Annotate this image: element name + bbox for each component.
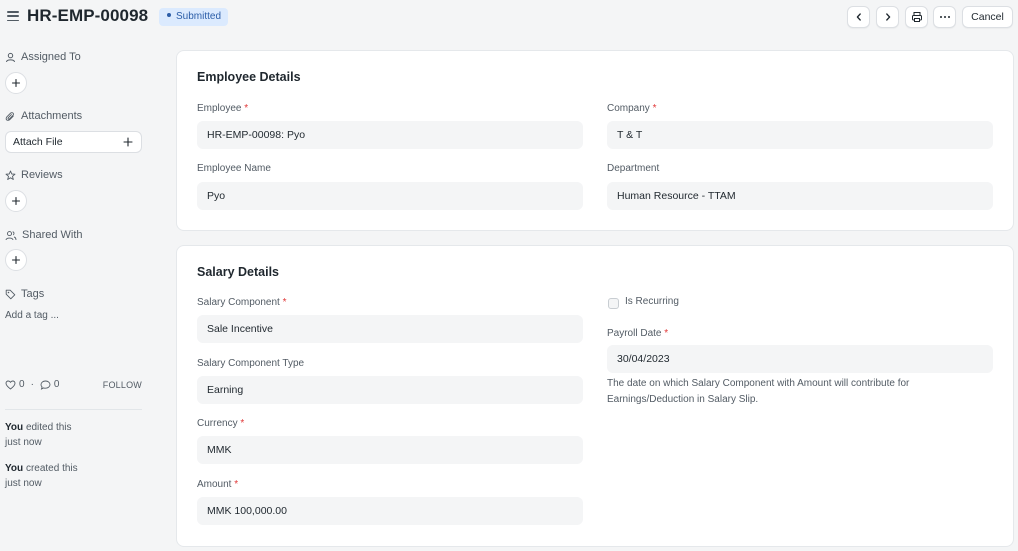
activity-user: You (5, 463, 24, 474)
ellipsis-icon (939, 16, 950, 18)
activity-action: created this (25, 463, 78, 474)
comment-count: 0 (53, 379, 60, 390)
print-button[interactable] (905, 6, 928, 28)
employee-details-card: Employee Details Employee * HR-EMP-00098… (176, 50, 1014, 231)
plus-icon (123, 137, 133, 147)
users-icon (5, 230, 17, 240)
is-recurring-label: Is Recurring (625, 296, 679, 307)
department-label: Department (607, 163, 660, 174)
activity-user: You (5, 422, 24, 433)
tags-section: Tags (5, 288, 44, 300)
paperclip-icon (5, 111, 14, 121)
user-icon (6, 52, 15, 62)
is-recurring-checkbox[interactable] (608, 298, 619, 309)
plus-icon (11, 196, 21, 206)
activity-action: edited this (25, 422, 72, 433)
payroll-date-label: Payroll Date * (607, 328, 669, 339)
tags-label: Tags (21, 288, 45, 300)
add-review-button[interactable] (5, 190, 27, 212)
salary-component-type-label: Salary Component Type (197, 358, 305, 369)
like-count: 0 (19, 379, 25, 390)
tag-icon (5, 289, 16, 299)
shared-with-section: Shared With (5, 229, 83, 241)
sidebar-divider (5, 409, 142, 410)
company-label: Company * (607, 103, 657, 114)
add-assignee-button[interactable] (5, 72, 27, 94)
status-badge: Submitted (159, 8, 229, 26)
star-icon (5, 170, 16, 180)
employee-field[interactable]: HR-EMP-00098: Pyo (197, 121, 583, 149)
company-field[interactable]: T & T (607, 121, 993, 149)
chevron-right-icon (885, 13, 890, 21)
sidebar-toggle-icon[interactable] (7, 11, 19, 22)
assigned-to-label: Assigned To (21, 51, 81, 63)
currency-field[interactable]: MMK (197, 436, 583, 464)
department-field[interactable]: Human Resource - TTAM (607, 182, 993, 210)
employee-name-label: Employee Name (197, 163, 271, 174)
salary-component-field[interactable]: Sale Incentive (197, 315, 583, 343)
status-dot-icon (167, 13, 171, 18)
follow-button[interactable]: FOLLOW (103, 380, 142, 390)
salary-component-label: Salary Component * (197, 297, 287, 308)
salary-component-type-field[interactable]: Earning (197, 376, 583, 404)
salary-details-card: Salary Details Salary Component * Sale I… (176, 245, 1014, 547)
separator-dot: · (30, 379, 34, 390)
attachments-label: Attachments (21, 110, 83, 122)
engagement-stats: 0 · 0 FOLLOW (5, 379, 142, 390)
heart-icon[interactable] (5, 380, 16, 390)
employee-name-field[interactable]: Pyo (197, 182, 583, 210)
status-text: Submitted (176, 11, 222, 22)
payroll-date-field[interactable]: 30/04/2023 (607, 345, 993, 373)
currency-label: Currency * (197, 418, 245, 429)
employee-label: Employee * (197, 103, 249, 114)
reviews-label: Reviews (21, 169, 63, 181)
reviews-section: Reviews (5, 169, 63, 181)
plus-icon (11, 78, 21, 88)
salary-details-title: Salary Details (197, 265, 279, 279)
amount-field[interactable]: MMK 100,000.00 (197, 497, 583, 525)
chevron-left-icon (856, 13, 861, 21)
page-header: HR-EMP-00098 Submitted Cancel (0, 0, 1018, 34)
comment-icon[interactable] (40, 380, 51, 390)
amount-label: Amount * (197, 479, 239, 490)
more-actions-button[interactable] (933, 6, 956, 28)
page-title: HR-EMP-00098 (27, 6, 149, 25)
attachments-section: Attachments (5, 110, 82, 122)
assigned-to-section: Assigned To (5, 51, 81, 63)
activity-item: You edited this just now (5, 420, 72, 450)
activity-time: just now (5, 478, 42, 489)
payroll-date-help: The date on which Salary Component with … (607, 378, 910, 405)
add-share-button[interactable] (5, 249, 27, 271)
printer-icon (911, 12, 922, 22)
add-tag-link[interactable]: Add a tag ... (5, 310, 59, 321)
attach-file-button[interactable]: Attach File (5, 131, 142, 153)
cancel-button[interactable]: Cancel (962, 6, 1013, 28)
previous-doc-button[interactable] (847, 6, 870, 28)
employee-details-title: Employee Details (197, 70, 301, 84)
attach-file-label: Attach File (13, 136, 63, 148)
shared-with-label: Shared With (22, 229, 83, 241)
next-doc-button[interactable] (876, 6, 899, 28)
activity-item: You created this just now (5, 461, 78, 491)
activity-time: just now (5, 437, 42, 448)
plus-icon (11, 255, 21, 265)
